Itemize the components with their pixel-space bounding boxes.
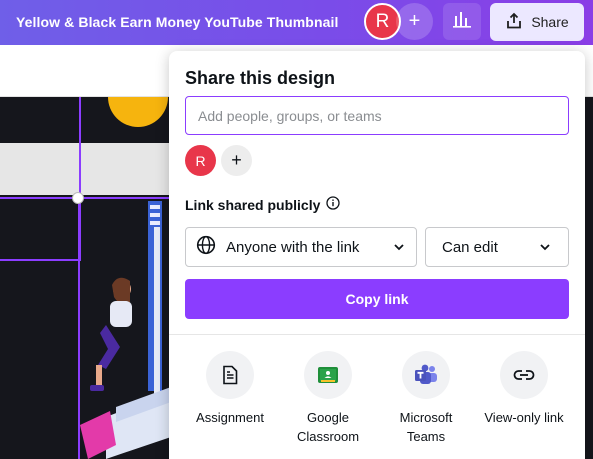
insights-button[interactable]	[443, 3, 481, 40]
panel-title: Share this design	[185, 68, 336, 88]
google-classroom-icon	[304, 351, 352, 399]
globe-icon	[196, 235, 216, 259]
share-option-google-classroom[interactable]: Google Classroom	[279, 351, 377, 446]
share-option-view-only-link[interactable]: View-only link	[475, 351, 573, 427]
link-access-select[interactable]: Anyone with the link	[185, 227, 417, 267]
add-collaborator-small-button[interactable]: +	[221, 145, 252, 176]
share-panel: Share this design R + Link shared public…	[169, 51, 585, 459]
share-option-label: Google Classroom	[296, 410, 360, 444]
document-title[interactable]: Yellow & Black Earn Money YouTube Thumbn…	[16, 14, 338, 30]
chevron-down-icon	[392, 240, 406, 254]
share-button[interactable]: Share	[490, 3, 584, 41]
info-icon[interactable]	[326, 196, 341, 213]
selection-outline	[0, 97, 81, 261]
person-illustration	[76, 197, 171, 459]
share-label: Share	[531, 14, 569, 30]
share-option-label: Assignment	[196, 410, 264, 425]
share-option-microsoft-teams[interactable]: Microsoft Teams	[377, 351, 475, 446]
add-collaborator-button[interactable]: +	[396, 3, 433, 40]
link-access-label: Link shared publicly	[185, 196, 321, 213]
permission-value: Can edit	[442, 238, 498, 256]
divider	[169, 334, 585, 335]
link-access-value: Anyone with the link	[226, 238, 360, 256]
microsoft-teams-icon	[402, 351, 450, 399]
collaborator-avatar[interactable]: R	[185, 145, 216, 176]
copy-link-button[interactable]: Copy link	[185, 279, 569, 319]
bar-chart-icon	[452, 10, 472, 33]
link-access-heading: Link shared publicly	[185, 196, 341, 213]
permission-select[interactable]: Can edit	[425, 227, 569, 267]
upload-icon	[505, 12, 523, 33]
chevron-down-icon	[538, 240, 552, 254]
link-icon	[500, 351, 548, 399]
add-people-input[interactable]	[185, 96, 569, 135]
assignment-icon	[206, 351, 254, 399]
sun-shape	[108, 97, 168, 127]
share-option-assignment[interactable]: Assignment	[181, 351, 279, 427]
share-option-label: View-only link	[484, 410, 564, 425]
top-bar: Yellow & Black Earn Money YouTube Thumbn…	[0, 0, 593, 45]
share-option-label: Microsoft Teams	[399, 410, 453, 444]
